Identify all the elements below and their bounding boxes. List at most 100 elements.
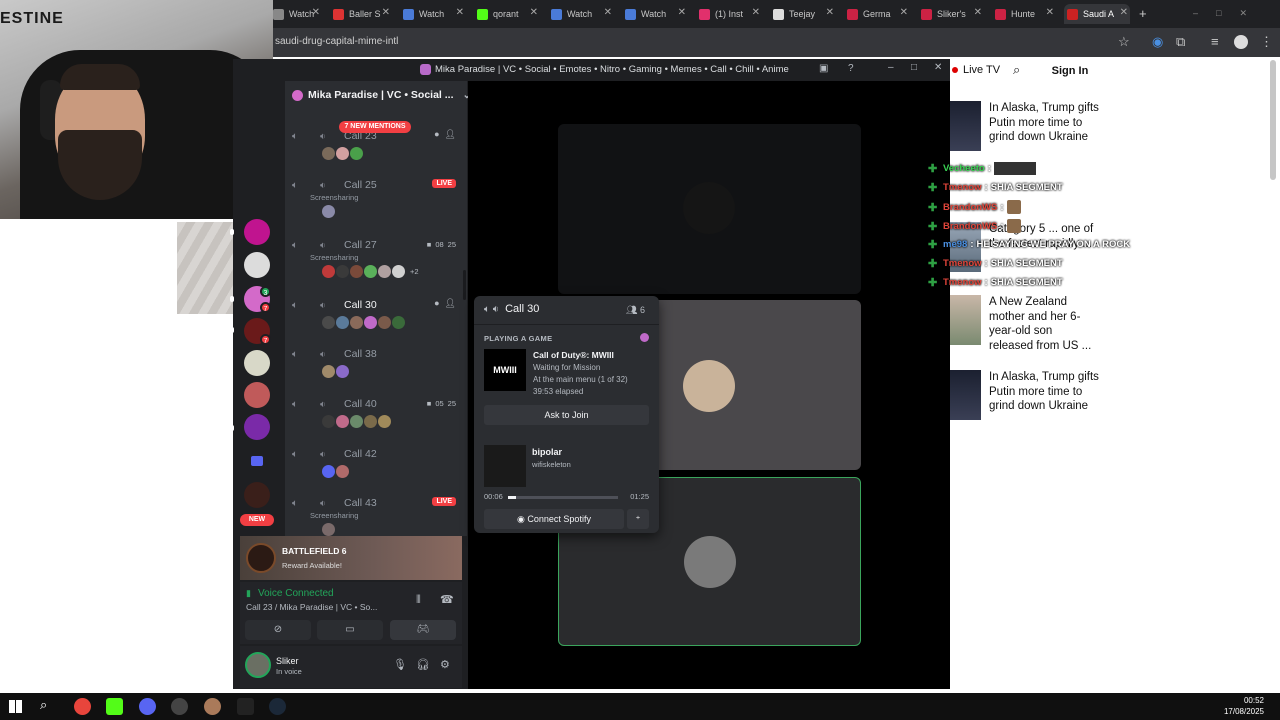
server-icon[interactable] <box>244 414 270 440</box>
voice-location[interactable]: Call 23 / Mika Paradise | VC • So... <box>246 602 377 612</box>
capcut-icon[interactable] <box>237 698 254 715</box>
close-icon[interactable]: ✕ <box>934 62 942 73</box>
activities-button[interactable]: 🎮︎ <box>390 620 456 640</box>
kick-icon[interactable] <box>106 698 123 715</box>
member-avatar[interactable] <box>392 316 405 329</box>
headphones-icon[interactable]: 🎧︎ <box>416 658 430 671</box>
invite-icon[interactable]: 👤︎ <box>445 298 456 309</box>
chat-username[interactable]: Vecheeto <box>943 163 985 174</box>
screenshare-button[interactable]: ▭ <box>317 620 383 640</box>
channel-list-scrollbar[interactable] <box>463 270 466 300</box>
tab-close-icon[interactable]: ✕ <box>678 7 686 18</box>
tab-close-icon[interactable]: ✕ <box>1046 7 1054 18</box>
chat-bubble-icon[interactable]: ● <box>434 129 439 140</box>
chat-username[interactable]: Tmenow <box>943 258 982 269</box>
news-item[interactable]: In Alaska, Trump gifts Putin more time t… <box>950 101 1260 151</box>
server-icon[interactable] <box>244 350 270 376</box>
disconnect-icon[interactable]: ☎ <box>440 593 454 606</box>
member-avatar[interactable] <box>322 265 335 278</box>
folder-icon[interactable] <box>251 456 263 466</box>
member-avatar[interactable] <box>350 147 363 160</box>
member-avatar[interactable] <box>364 316 377 329</box>
member-avatar[interactable] <box>336 147 349 160</box>
browser-tab[interactable]: Saudi A ✕ <box>1064 4 1130 24</box>
voice-channel[interactable]: 🔈︎ 🔉︎ Call 43 Screensharing LIVE <box>292 495 462 536</box>
server-icon[interactable] <box>244 252 270 278</box>
tab-close-icon[interactable]: ✕ <box>604 7 612 18</box>
noise-suppression-icon[interactable]: ⦀ <box>416 594 421 607</box>
member-avatar[interactable] <box>350 415 363 428</box>
bookmark-star-icon[interactable]: ☆ <box>1118 34 1130 50</box>
browser-tab[interactable]: Watch ✕ <box>622 4 688 24</box>
browser-tab[interactable]: (1) Inst ✕ <box>696 4 762 24</box>
browser-tab[interactable]: Watch ✕ <box>400 4 466 24</box>
puzzle-icon[interactable]: ⧉ <box>1176 34 1185 50</box>
discord-icon[interactable] <box>139 698 156 715</box>
chat-username[interactable]: Tmenow <box>943 182 982 193</box>
member-avatar[interactable] <box>322 316 335 329</box>
member-avatar[interactable] <box>378 415 391 428</box>
inbox-icon[interactable]: ▣ <box>819 63 828 74</box>
chat-bubble-icon[interactable]: ● <box>434 298 439 309</box>
tab-close-icon[interactable]: ✕ <box>382 7 390 18</box>
windows-start-icon[interactable] <box>9 700 22 713</box>
tab-close-icon[interactable]: ✕ <box>752 7 760 18</box>
news-item[interactable]: In Alaska, Trump gifts Putin more time t… <box>950 370 1260 420</box>
menu-lines-icon[interactable]: ≡ <box>1211 34 1219 49</box>
server-header[interactable]: Mika Paradise | VC • Social ... ⌄ <box>292 89 471 101</box>
new-tab-button[interactable]: + <box>1139 6 1147 21</box>
tab-close-icon[interactable]: ✕ <box>1120 7 1128 18</box>
obs-icon[interactable] <box>171 698 188 715</box>
server-icon[interactable] <box>244 382 270 408</box>
system-clock[interactable]: 00:52 17/08/2025 <box>1224 695 1264 717</box>
member-avatar[interactable] <box>392 265 405 278</box>
browser-tab[interactable]: Hunte ✕ <box>992 4 1056 24</box>
server-icon[interactable] <box>244 219 270 245</box>
invite-icon[interactable]: 👤︎ <box>445 129 456 140</box>
new-mentions-pill[interactable]: 7 NEW MENTIONS <box>339 121 411 133</box>
video-tile[interactable] <box>558 124 861 294</box>
page-scrollbar[interactable] <box>1270 60 1276 180</box>
tab-close-icon[interactable]: ✕ <box>900 7 908 18</box>
extension-icon[interactable]: ◉ <box>1152 34 1163 50</box>
battlefield-promo[interactable]: BATTLEFIELD 6 Reward Available! <box>240 536 462 580</box>
chat-username[interactable]: BrandonWS <box>943 202 997 213</box>
tab-close-icon[interactable]: ✕ <box>530 7 538 18</box>
member-avatar[interactable] <box>378 265 391 278</box>
member-avatar[interactable] <box>364 265 377 278</box>
member-avatar[interactable] <box>336 316 349 329</box>
search-icon[interactable]: ⌕ <box>1013 62 1020 78</box>
news-item[interactable]: A New Zealand mother and her 6-year-old … <box>950 295 1260 353</box>
chat-username[interactable]: me98 <box>943 239 967 250</box>
member-avatar[interactable] <box>322 205 335 218</box>
browser-tab[interactable]: Watch ✕ <box>548 4 614 24</box>
browser-tab[interactable]: Germa ✕ <box>844 4 910 24</box>
member-avatar[interactable] <box>364 415 377 428</box>
member-avatar[interactable] <box>378 316 391 329</box>
member-avatar[interactable] <box>322 415 335 428</box>
minimize-icon[interactable]: – <box>888 62 894 73</box>
profile-avatar[interactable] <box>1234 35 1248 49</box>
browser-tab[interactable]: Teejay ✕ <box>770 4 836 24</box>
ask-to-join-button[interactable]: Ask to Join <box>484 405 649 425</box>
member-avatar[interactable] <box>336 265 349 278</box>
connect-spotify-button[interactable]: ◉ Connect Spotify <box>484 509 624 529</box>
camera-off-button[interactable]: ⊘ <box>245 620 311 640</box>
member-avatar[interactable] <box>350 265 363 278</box>
maximize-icon[interactable]: □ <box>911 62 917 73</box>
browser-tab[interactable]: Watch ✕ <box>270 4 322 24</box>
avatar[interactable] <box>245 652 271 678</box>
member-avatar[interactable] <box>322 523 335 536</box>
browser-tab[interactable]: qorant ✕ <box>474 4 540 24</box>
sign-in-button[interactable]: Sign In <box>1045 62 1095 80</box>
voice-channel[interactable]: 🔈︎ 🔉︎ Call 38 <box>292 346 462 378</box>
live-tv-link[interactable]: Live TV <box>952 64 1000 76</box>
member-avatar[interactable] <box>336 465 349 478</box>
voice-channel[interactable]: 🔈︎ 🔉︎ Call 40 ■ 05 25 <box>292 396 462 428</box>
add-user-button[interactable]: ⁺ <box>627 509 649 529</box>
mic-icon[interactable]: 🎙︎ <box>393 658 407 671</box>
member-avatar[interactable] <box>336 365 349 378</box>
app-icon[interactable] <box>204 698 221 715</box>
steam-icon[interactable] <box>269 698 286 715</box>
browser-tab[interactable]: Baller S ✕ <box>330 4 392 24</box>
